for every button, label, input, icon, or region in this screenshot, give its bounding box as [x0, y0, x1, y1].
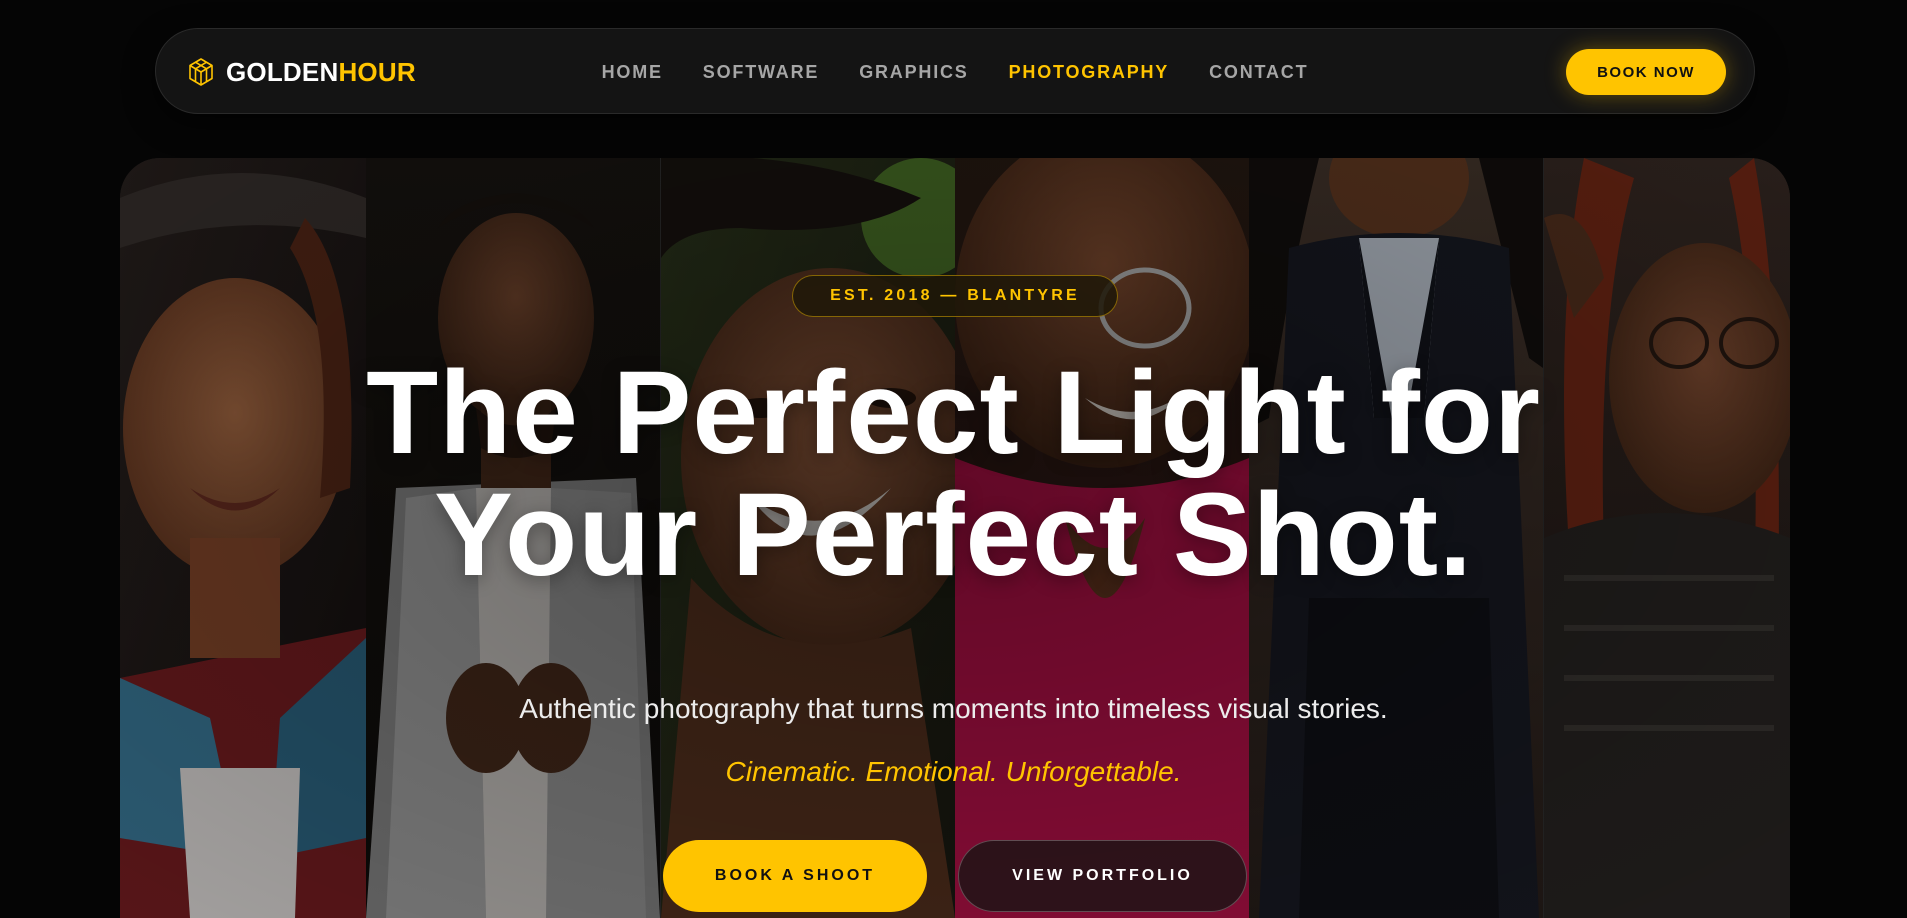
brand-name: GOLDENHOUR	[226, 57, 416, 88]
navbar: GOLDENHOUR HOME SOFTWARE GRAPHICS PHOTOG…	[155, 28, 1755, 114]
brand-logo-link[interactable]: GOLDENHOUR	[186, 29, 416, 115]
book-a-shoot-button[interactable]: BOOK A SHOOT	[663, 840, 927, 912]
nav-link-graphics[interactable]: GRAPHICS	[859, 62, 968, 83]
view-portfolio-button[interactable]: VIEW PORTFOLIO	[958, 840, 1247, 912]
nav-link-photography[interactable]: PHOTOGRAPHY	[1009, 62, 1170, 83]
hero-headline-line1: The Perfect Light for	[366, 347, 1541, 479]
nav-link-contact[interactable]: CONTACT	[1209, 62, 1308, 83]
est-badge: EST. 2018 — BLANTYRE	[792, 275, 1118, 317]
hero-headline-line2: Your Perfect Shot.	[434, 469, 1473, 601]
hero-tagline: Cinematic. Emotional. Unforgettable.	[725, 756, 1182, 787]
nav-link-software[interactable]: SOFTWARE	[703, 62, 819, 83]
brand-name-part1: GOLDEN	[226, 56, 339, 87]
hero-subtitle: Authentic photography that turns moments…	[519, 693, 1388, 724]
nav-link-home[interactable]: HOME	[602, 62, 663, 83]
hero-headline: The Perfect Light for Your Perfect Shot.	[300, 352, 1607, 596]
hexagon-cube-icon	[189, 58, 213, 86]
brand-name-part2: HOUR	[338, 56, 416, 87]
book-now-button[interactable]: BOOK NOW	[1566, 49, 1726, 95]
